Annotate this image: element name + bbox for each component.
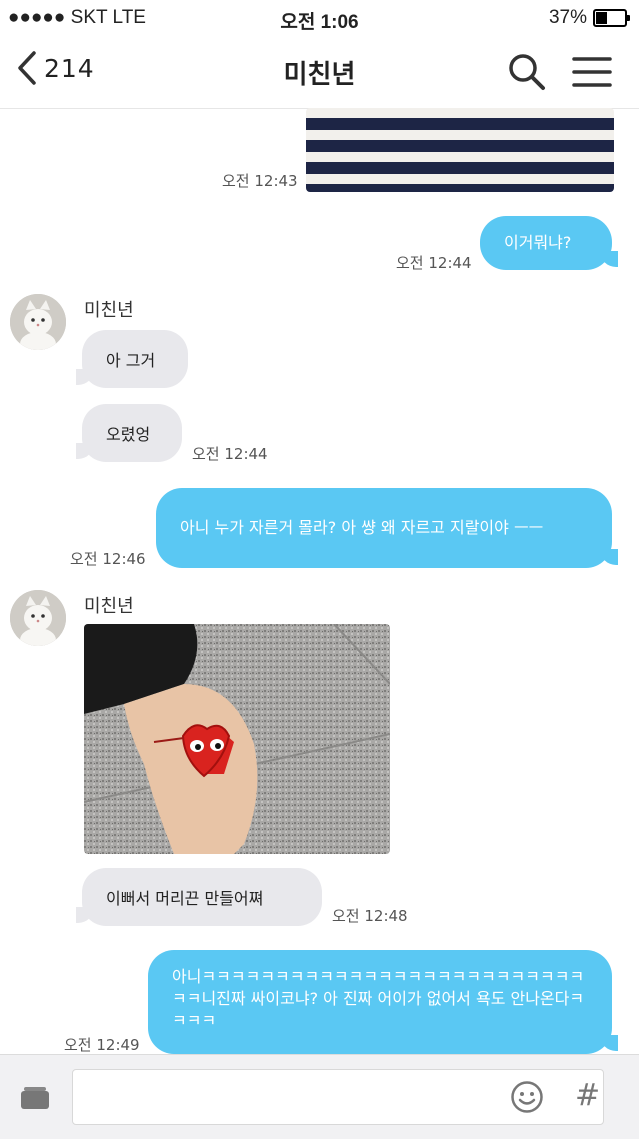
chat-header: 214 미친년: [0, 36, 639, 109]
incoming-message[interactable]: 아 그거: [76, 330, 188, 388]
message-time: 오전 12:44: [396, 254, 472, 272]
chevron-left-icon: [18, 51, 36, 85]
message-time: 오전 12:48: [332, 907, 408, 925]
emoji-icon: [511, 1081, 543, 1113]
avatar[interactable]: [10, 294, 66, 350]
shared-photo-wrist-band[interactable]: [84, 624, 390, 854]
incoming-message[interactable]: 이뻐서 머리끈 만들어쪄: [76, 868, 322, 926]
attach-button[interactable]: [18, 1083, 52, 1115]
search-icon: [509, 54, 545, 90]
status-time: 오전 1:06: [280, 12, 359, 33]
cat-avatar-icon: [10, 590, 66, 646]
outgoing-message[interactable]: 아니 누가 자른거 몰라? 아 썅 왜 자르고 지랄이야 ㅡㅡ: [156, 488, 618, 568]
unread-count: 214: [44, 53, 95, 83]
cat-avatar-icon: [10, 294, 66, 350]
message-time: 오전 12:49: [64, 1036, 140, 1054]
outgoing-message[interactable]: 이거뭐냐?: [480, 216, 618, 270]
battery-status: 37%: [548, 7, 630, 29]
emoji-button[interactable]: [510, 1080, 544, 1118]
message-input-bar: #: [0, 1054, 639, 1139]
search-button[interactable]: [508, 53, 546, 95]
shared-photo-striped-fabric[interactable]: [306, 108, 614, 192]
message-text: 이뻐서 머리끈 만들어쪄: [106, 889, 264, 908]
sender-name: 미친년: [84, 300, 134, 321]
message-text: 아니ㅋㅋㅋㅋㅋㅋㅋㅋㅋㅋㅋㅋㅋㅋㅋㅋㅋㅋㅋㅋㅋㅋㅋㅋㅋㅋㅋㅋ니진짜 싸이코냐? …: [172, 967, 585, 1030]
menu-button[interactable]: [572, 56, 612, 92]
message-text: 오렸엉: [106, 425, 151, 444]
outgoing-message[interactable]: 아니ㅋㅋㅋㅋㅋㅋㅋㅋㅋㅋㅋㅋㅋㅋㅋㅋㅋㅋㅋㅋㅋㅋㅋㅋㅋㅋㅋㅋ니진짜 싸이코냐? …: [148, 950, 618, 1054]
hashtag-button[interactable]: #: [575, 1078, 600, 1113]
incoming-message[interactable]: 오렸엉: [76, 404, 182, 462]
avatar[interactable]: [10, 590, 66, 646]
battery-percent: 37%: [548, 7, 587, 28]
message-text: 이거뭐냐?: [504, 233, 572, 252]
back-button[interactable]: 214: [16, 50, 95, 86]
attach-icon: [21, 1087, 49, 1109]
message-input[interactable]: #: [72, 1069, 604, 1125]
message-time: 오전 12:46: [70, 550, 146, 568]
wrist-photo-image: [84, 624, 390, 854]
menu-icon: [572, 57, 612, 87]
status-bar: ●●●●● SKT LTE 오전 1:06 37%: [0, 0, 639, 36]
message-time: 오전 12:44: [192, 445, 268, 463]
message-text: 아니 누가 자른거 몰라? 아 썅 왜 자르고 지랄이야 ㅡㅡ: [180, 518, 544, 537]
message-text: 아 그거: [106, 351, 156, 370]
battery-icon: [593, 9, 630, 27]
message-time: 오전 12:43: [222, 172, 298, 190]
sender-name: 미친년: [84, 596, 134, 617]
